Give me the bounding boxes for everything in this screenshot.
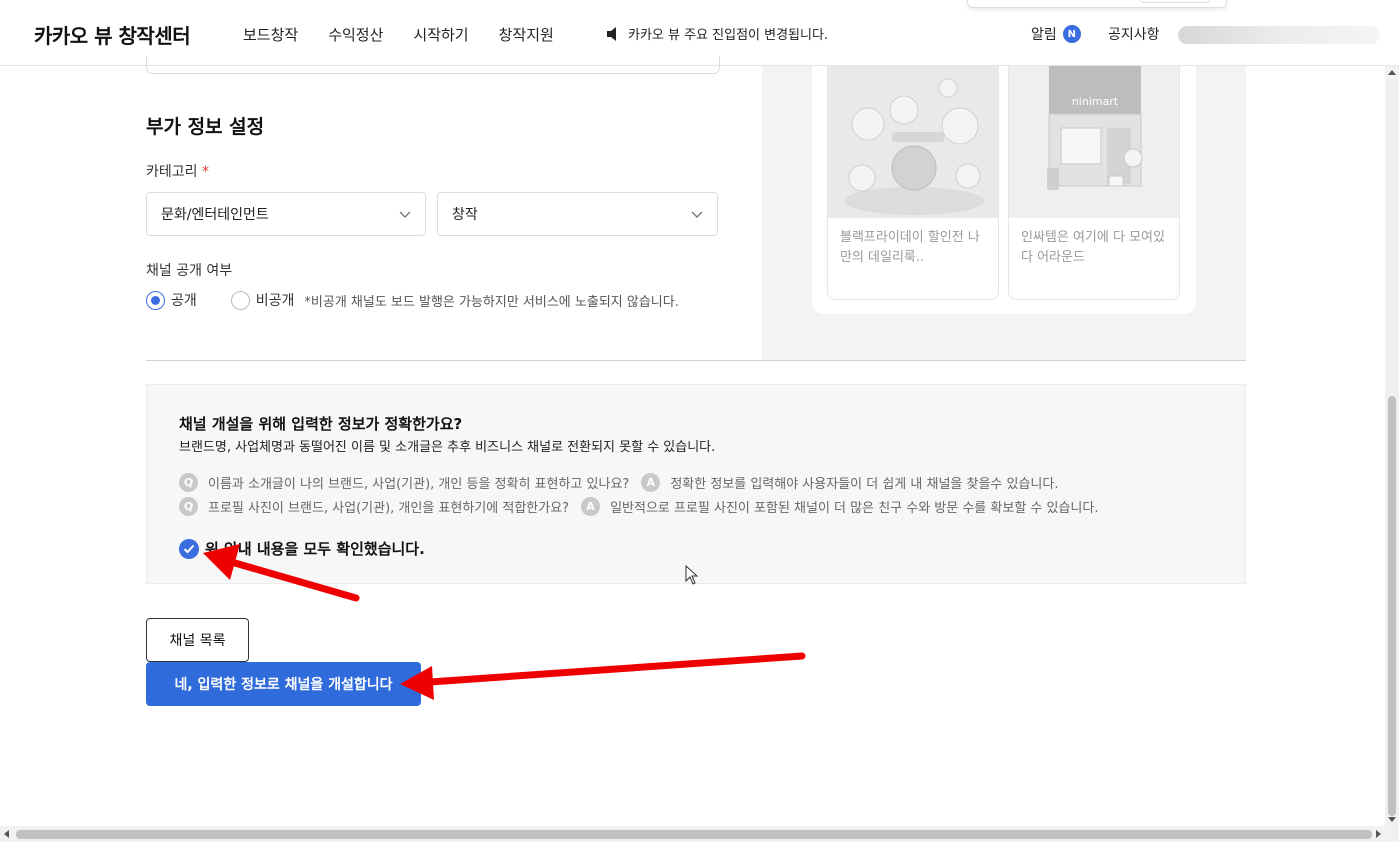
visibility-note: *비공개 채널도 보드 발행은 가능하지만 서비스에 노출되지 않습니다.: [304, 294, 679, 310]
radio-public[interactable]: [146, 290, 165, 310]
page: 카카오 뷰 창작센터 보드창작 수익정산 시작하기 창작지원 카카오 뷰 주요 …: [0, 0, 1399, 842]
confirm-subtitle: 브랜드명, 사업체명과 동떨어진 이름 및 소개글은 추후 비즈니스 채널로 전…: [179, 440, 716, 455]
preview-card-thumbnail: ninimart: [1009, 66, 1179, 218]
category-primary-select[interactable]: 문화/엔터테인먼트: [146, 192, 426, 236]
category-secondary-select[interactable]: 창작: [437, 192, 718, 236]
answer-icon: A: [581, 497, 601, 516]
qa-item: Q 이름과 소개글이 나의 브랜드, 사업(기관), 개인 등을 정확히 표현하…: [179, 473, 1058, 492]
radio-private-label[interactable]: 비공개: [256, 290, 295, 310]
answer-icon: A: [641, 473, 661, 492]
confirm-checkbox-row[interactable]: 위 안내 내용을 모두 확인했습니다.: [179, 538, 425, 559]
preview-card-text: 블랙프라이데이 할인전 나만의 데일리룩..: [840, 230, 980, 265]
confirm-checkbox-label[interactable]: 위 안내 내용을 모두 확인했습니다.: [205, 538, 425, 559]
intro-input-bottom[interactable]: [146, 56, 720, 74]
scroll-down-icon[interactable]: [1388, 817, 1396, 822]
category-label: 카테고리 *: [146, 161, 209, 181]
question-icon: Q: [179, 473, 198, 492]
store-illustration: ninimart: [1009, 66, 1179, 218]
radio-public-label[interactable]: 공개: [171, 290, 197, 310]
preview-card[interactable]: ninimart 인싸템은 여기에 다 모여있다 어라운드: [1008, 66, 1180, 300]
horizontal-scrollbar[interactable]: [0, 826, 1399, 842]
notice-text: 카카오 뷰 주요 진입점이 변경됩니다.: [628, 28, 829, 43]
section-divider: [146, 360, 1246, 361]
main-nav: 보드창작 수익정산 시작하기 창작지원: [243, 24, 584, 45]
qa-answer: 정확한 정보를 입력해야 사용자들이 더 쉽게 내 채널을 찾을수 있습니다.: [670, 477, 1059, 492]
preview-card-thumbnail: [828, 66, 998, 218]
category-secondary-value: 창작: [452, 207, 478, 223]
check-icon[interactable]: [179, 538, 199, 559]
dropdown-popup-edge: [967, 0, 1227, 8]
confirm-info-box: 채널 개설을 위해 입력한 정보가 정확한가요? 브랜드명, 사업체명과 동떨어…: [146, 384, 1246, 584]
qa-question: 이름과 소개글이 나의 브랜드, 사업(기관), 개인 등을 정확히 표현하고 …: [208, 477, 630, 492]
horizontal-scroll-thumb[interactable]: [16, 830, 1372, 839]
header-notice[interactable]: 카카오 뷰 주요 진입점이 변경됩니다.: [606, 24, 828, 43]
channel-list-button[interactable]: 채널 목록: [146, 618, 249, 662]
arrow-to-create-button: [400, 652, 806, 700]
site-logo[interactable]: 카카오 뷰 창작센터: [34, 20, 191, 49]
character-illustration: [828, 66, 998, 218]
mouse-cursor-icon: [685, 565, 699, 585]
vertical-scrollbar[interactable]: [1385, 66, 1399, 826]
nav-creator-support[interactable]: 창작지원: [499, 24, 554, 45]
visibility-label: 채널 공개 여부: [146, 263, 233, 279]
scroll-up-icon[interactable]: [1388, 70, 1396, 75]
nav-getting-started[interactable]: 시작하기: [413, 24, 468, 45]
qa-answer: 일반적으로 프로필 사진이 포함된 채널이 더 많은 친구 수와 방문 수를 확…: [610, 501, 1099, 516]
vertical-scroll-thumb[interactable]: [1388, 396, 1396, 816]
chevron-down-icon: [691, 211, 703, 218]
required-mark: *: [201, 164, 209, 180]
scroll-left-icon[interactable]: [4, 830, 9, 838]
radio-private[interactable]: [230, 290, 250, 310]
nav-revenue[interactable]: 수익정산: [328, 24, 383, 45]
section-title: 부가 정보 설정: [146, 116, 265, 138]
qa-question: 프로필 사진이 브랜드, 사업(기관), 개인을 표현하기에 적합한가요?: [208, 501, 570, 516]
speaker-icon: [607, 26, 616, 41]
scroll-right-icon[interactable]: [1376, 830, 1381, 838]
confirm-title: 채널 개설을 위해 입력한 정보가 정확한가요?: [179, 415, 463, 433]
category-primary-value: 문화/엔터테인먼트: [161, 207, 269, 223]
alarm-label: 알림: [1031, 27, 1057, 43]
blurred-account-info[interactable]: [1178, 26, 1380, 44]
qa-item: Q 프로필 사진이 브랜드, 사업(기관), 개인을 표현하기에 적합한가요? …: [179, 497, 1098, 516]
create-channel-button[interactable]: 네, 입력한 정보로 채널을 개설합니다: [146, 662, 421, 706]
question-icon: Q: [179, 497, 198, 516]
category-label-text: 카테고리: [146, 164, 198, 180]
chevron-down-icon: [399, 211, 411, 218]
notice-board-link[interactable]: 공지사항: [1108, 24, 1160, 44]
preview-card-text: 인싸템은 여기에 다 모여있다 어라운드: [1021, 230, 1165, 265]
channel-preview-panel: 블랙프라이데이 할인전 나만의 데일리룩.. ninimart 인싸템은 여기에…: [762, 66, 1246, 360]
preview-card-container: 블랙프라이데이 할인전 나만의 데일리룩.. ninimart 인싸템은 여기에…: [812, 66, 1196, 314]
alarm-link[interactable]: 알림 N: [1031, 24, 1081, 44]
preview-card[interactable]: 블랙프라이데이 할인전 나만의 데일리룩..: [827, 66, 999, 300]
visibility-radio-group: 공개 비공개 *비공개 채널도 보드 발행은 가능하지만 서비스에 노출되지 않…: [146, 290, 679, 310]
nav-board-create[interactable]: 보드창작: [243, 24, 298, 45]
store-sign-text: ninimart: [1072, 95, 1119, 108]
new-badge: N: [1062, 25, 1081, 43]
